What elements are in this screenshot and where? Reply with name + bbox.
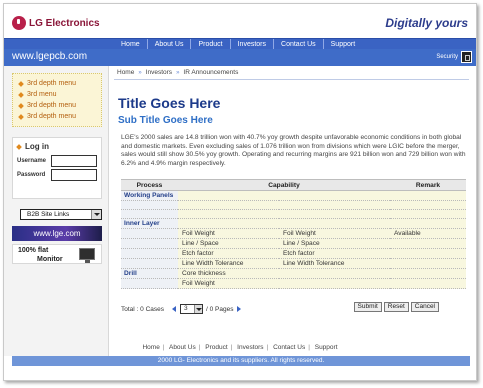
- process-drill: Drill: [121, 268, 178, 279]
- footer-separator: |: [162, 344, 165, 351]
- footer-separator: |: [266, 344, 269, 351]
- table-row: Foil Weight Foil Weight Available: [121, 228, 466, 239]
- table-header-row: Process Capability Remark: [121, 179, 466, 191]
- bullet-icon: [18, 102, 24, 109]
- process-inner-layer: Inner Layer: [121, 218, 178, 229]
- sub-menu-item[interactable]: 3rd depth menu: [18, 111, 95, 122]
- page-select[interactable]: 3: [180, 304, 203, 314]
- breadcrumb: Home » Investors » IR Announcements: [117, 69, 238, 76]
- sidebar: 3rd depth menu 3rd menu 3rd depth menu 3…: [4, 66, 109, 356]
- username-field[interactable]: [51, 155, 97, 167]
- footer-link-product[interactable]: Product: [205, 344, 227, 351]
- table-row: [121, 200, 466, 210]
- table-row: Etch factor Etch factor: [121, 248, 466, 259]
- username-row: Username: [17, 154, 97, 168]
- table-row: Line / Space Line / Space: [121, 238, 466, 249]
- top-navigation: Home About Us Product Investors Contact …: [4, 38, 476, 50]
- bullet-icon: [18, 80, 24, 87]
- sub-menu-item[interactable]: 3rd depth menu: [18, 100, 95, 111]
- pages-label: / 0 Pages: [206, 305, 234, 313]
- col-process: Process: [121, 179, 178, 191]
- table-row: [121, 209, 466, 219]
- footer-separator: |: [198, 344, 201, 351]
- table-row: Inner Layer: [121, 218, 466, 229]
- table-row: Line Width Tolerance Line Width Toleranc…: [121, 258, 466, 269]
- col-capability: Capability: [178, 179, 390, 191]
- login-box: Log in Username Password: [12, 137, 102, 199]
- copyright-bar: 2000 LG- Electronics and its suppliers. …: [12, 356, 470, 366]
- flat-monitor-banner[interactable]: 100% flat Monitor: [12, 244, 102, 264]
- next-page-icon[interactable]: [237, 306, 242, 312]
- lg-logo[interactable]: LG Electronics: [12, 16, 100, 30]
- login-title: Log in: [16, 142, 97, 151]
- reset-button[interactable]: Reset: [383, 302, 409, 312]
- total-cases: Total : 0 Cases: [121, 305, 164, 313]
- process-working-panels: Working Panels: [121, 190, 178, 201]
- password-label: Password: [17, 172, 46, 178]
- breadcrumb-separator-icon: »: [176, 69, 180, 76]
- sub-menu-item[interactable]: 3rd menu: [18, 89, 95, 100]
- bullet-icon: [18, 113, 24, 120]
- password-field[interactable]: [51, 169, 97, 181]
- password-row: Password: [17, 168, 97, 182]
- footer-link-home[interactable]: Home: [142, 344, 159, 351]
- site-banner: www.lgepcb.com Security: [4, 49, 476, 66]
- footer-link-contact-us[interactable]: Contact Us: [273, 344, 305, 351]
- logo-text: LG Electronics: [29, 17, 100, 29]
- form-buttons: Submit Reset Cancel: [353, 302, 439, 312]
- footer-separator: |: [230, 344, 233, 351]
- b2b-site-links-select[interactable]: B2B Site Links: [20, 209, 102, 220]
- breadcrumb-ir-announcements[interactable]: IR Announcements: [183, 69, 238, 76]
- footer-separator: |: [308, 344, 310, 351]
- chevron-down-icon[interactable]: [91, 210, 101, 219]
- cancel-button[interactable]: Cancel: [410, 302, 439, 312]
- footer-link-investors[interactable]: Investors: [237, 344, 263, 351]
- col-remark: Remark: [390, 179, 466, 191]
- footer-links: Home | About Us | Product | Investors | Cont…: [4, 344, 476, 351]
- intro-paragraph: LGE's 2000 sales are 14.8 trillion won w…: [121, 134, 466, 167]
- capability-table: Process Capability Remark Working Panels…: [121, 179, 466, 289]
- sub-menu-item[interactable]: 3rd depth menu: [18, 78, 95, 89]
- footer-link-support[interactable]: Support: [315, 344, 338, 351]
- header: LG Electronics Digitally yours: [4, 4, 476, 38]
- bullet-icon: [18, 91, 24, 98]
- table-row: Foil Weight: [121, 278, 466, 289]
- previous-page-icon[interactable]: [172, 306, 176, 312]
- breadcrumb-investors[interactable]: Investors: [146, 69, 172, 76]
- table-row: Working Panels: [121, 190, 466, 201]
- site-url: www.lgepcb.com: [12, 51, 88, 62]
- chevron-down-icon[interactable]: [194, 305, 202, 313]
- lge-banner[interactable]: www.lge.com: [12, 226, 102, 241]
- page-title: Title Goes Here: [118, 95, 221, 111]
- page-subtitle: Sub Title Goes Here: [118, 115, 213, 126]
- breadcrumb-home[interactable]: Home: [117, 69, 134, 76]
- monitor-icon: [79, 248, 95, 263]
- bullet-icon: [16, 143, 22, 150]
- username-label: Username: [17, 158, 47, 164]
- submit-button[interactable]: Submit: [353, 302, 382, 312]
- security-label: Security: [436, 54, 458, 60]
- table-row: Drill Core thickness: [121, 268, 466, 279]
- slogan: Digitally yours: [385, 16, 468, 30]
- pager: Total : 0 Cases 3 / 0 Pages Submit Reset…: [121, 302, 466, 316]
- lock-icon[interactable]: [461, 51, 472, 63]
- page-frame: LG Electronics Digitally yours Home Abou…: [3, 3, 477, 381]
- sub-menu: 3rd depth menu 3rd menu 3rd depth menu 3…: [12, 73, 102, 127]
- lg-logo-icon: [12, 16, 26, 30]
- divider: [114, 79, 469, 80]
- breadcrumb-separator-icon: »: [138, 69, 142, 76]
- footer-link-about-us[interactable]: About Us: [169, 344, 196, 351]
